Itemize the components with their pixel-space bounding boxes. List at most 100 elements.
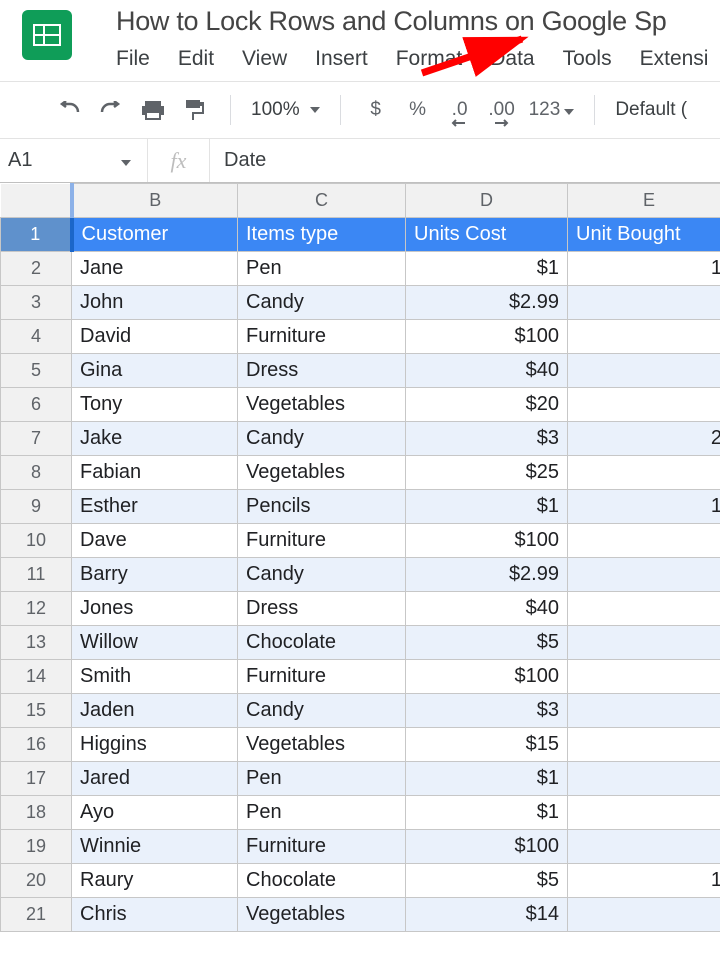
column-header-E[interactable]: E	[568, 184, 720, 218]
decrease-decimal-button[interactable]: .0	[445, 95, 475, 125]
cell-E8[interactable]	[568, 456, 720, 490]
cell-B6[interactable]: Tony	[72, 388, 238, 422]
menu-file[interactable]: File	[84, 45, 164, 73]
cell-B8[interactable]: Fabian	[72, 456, 238, 490]
cell-D15[interactable]: $3	[406, 694, 568, 728]
cell-B5[interactable]: Gina	[72, 354, 238, 388]
cell-B20[interactable]: Raury	[72, 864, 238, 898]
cell-E15[interactable]	[568, 694, 720, 728]
cell-D17[interactable]: $1	[406, 762, 568, 796]
cell-D4[interactable]: $100	[406, 320, 568, 354]
cell-B19[interactable]: Winnie	[72, 830, 238, 864]
cell-D5[interactable]: $40	[406, 354, 568, 388]
cell-E6[interactable]	[568, 388, 720, 422]
cell-B14[interactable]: Smith	[72, 660, 238, 694]
row-header-8[interactable]: 8	[1, 456, 72, 490]
cell-B12[interactable]: Jones	[72, 592, 238, 626]
column-header-C[interactable]: C	[238, 184, 406, 218]
cell-E2[interactable]: 1	[568, 252, 720, 286]
cell-D3[interactable]: $2.99	[406, 286, 568, 320]
cell-E14[interactable]	[568, 660, 720, 694]
cell-B15[interactable]: Jaden	[72, 694, 238, 728]
cell-B1[interactable]: Customer	[72, 218, 238, 252]
sheets-logo[interactable]	[10, 4, 84, 60]
column-header-B[interactable]: B	[72, 184, 238, 218]
cell-D10[interactable]: $100	[406, 524, 568, 558]
row-header-2[interactable]: 2	[1, 252, 72, 286]
cell-C11[interactable]: Candy	[238, 558, 406, 592]
cell-D18[interactable]: $1	[406, 796, 568, 830]
cell-B7[interactable]: Jake	[72, 422, 238, 456]
row-header-9[interactable]: 9	[1, 490, 72, 524]
cell-D6[interactable]: $20	[406, 388, 568, 422]
cell-B17[interactable]: Jared	[72, 762, 238, 796]
cell-B3[interactable]: John	[72, 286, 238, 320]
cell-E17[interactable]	[568, 762, 720, 796]
cell-B4[interactable]: David	[72, 320, 238, 354]
print-button[interactable]	[138, 95, 168, 125]
cell-D13[interactable]: $5	[406, 626, 568, 660]
row-header-18[interactable]: 18	[1, 796, 72, 830]
cell-E20[interactable]: 1	[568, 864, 720, 898]
cell-C9[interactable]: Pencils	[238, 490, 406, 524]
cell-B13[interactable]: Willow	[72, 626, 238, 660]
cell-C8[interactable]: Vegetables	[238, 456, 406, 490]
cell-C12[interactable]: Dress	[238, 592, 406, 626]
font-dropdown[interactable]: Default (	[615, 95, 687, 125]
row-header-3[interactable]: 3	[1, 286, 72, 320]
cell-C4[interactable]: Furniture	[238, 320, 406, 354]
zoom-dropdown[interactable]: 100%	[251, 95, 320, 125]
cell-C18[interactable]: Pen	[238, 796, 406, 830]
cell-D19[interactable]: $100	[406, 830, 568, 864]
row-header-1[interactable]: 1	[1, 218, 72, 252]
row-header-4[interactable]: 4	[1, 320, 72, 354]
cell-D12[interactable]: $40	[406, 592, 568, 626]
cell-B21[interactable]: Chris	[72, 898, 238, 932]
menu-insert[interactable]: Insert	[301, 45, 382, 73]
menu-format[interactable]: Format	[382, 45, 477, 73]
select-all-corner[interactable]	[1, 184, 72, 218]
cell-D20[interactable]: $5	[406, 864, 568, 898]
cell-E7[interactable]: 2	[568, 422, 720, 456]
cell-D16[interactable]: $15	[406, 728, 568, 762]
cell-E4[interactable]	[568, 320, 720, 354]
row-header-21[interactable]: 21	[1, 898, 72, 932]
row-header-5[interactable]: 5	[1, 354, 72, 388]
cell-E21[interactable]	[568, 898, 720, 932]
cell-C7[interactable]: Candy	[238, 422, 406, 456]
cell-E13[interactable]	[568, 626, 720, 660]
cell-C15[interactable]: Candy	[238, 694, 406, 728]
cell-C1[interactable]: Items type	[238, 218, 406, 252]
cell-C14[interactable]: Furniture	[238, 660, 406, 694]
row-header-10[interactable]: 10	[1, 524, 72, 558]
increase-decimal-button[interactable]: .00	[487, 95, 517, 125]
cell-B9[interactable]: Esther	[72, 490, 238, 524]
row-header-13[interactable]: 13	[1, 626, 72, 660]
menu-edit[interactable]: Edit	[164, 45, 228, 73]
cell-E9[interactable]: 1	[568, 490, 720, 524]
formula-input[interactable]	[210, 139, 720, 182]
row-header-12[interactable]: 12	[1, 592, 72, 626]
row-header-11[interactable]: 11	[1, 558, 72, 592]
document-title[interactable]: How to Lock Rows and Columns on Google S…	[84, 4, 720, 37]
name-box[interactable]: A1	[0, 139, 148, 182]
cell-C20[interactable]: Chocolate	[238, 864, 406, 898]
format-percent-button[interactable]: %	[403, 95, 433, 125]
redo-button[interactable]	[96, 95, 126, 125]
cell-E18[interactable]	[568, 796, 720, 830]
cell-E11[interactable]	[568, 558, 720, 592]
spreadsheet-grid[interactable]: B C D E 1CustomerItems typeUnits CostUni…	[0, 182, 720, 932]
cell-E19[interactable]	[568, 830, 720, 864]
cell-D1[interactable]: Units Cost	[406, 218, 568, 252]
cell-E3[interactable]	[568, 286, 720, 320]
cell-C21[interactable]: Vegetables	[238, 898, 406, 932]
row-header-15[interactable]: 15	[1, 694, 72, 728]
format-currency-button[interactable]: $	[361, 95, 391, 125]
cell-C17[interactable]: Pen	[238, 762, 406, 796]
undo-button[interactable]	[54, 95, 84, 125]
column-header-D[interactable]: D	[406, 184, 568, 218]
cell-C6[interactable]: Vegetables	[238, 388, 406, 422]
cell-C16[interactable]: Vegetables	[238, 728, 406, 762]
row-header-20[interactable]: 20	[1, 864, 72, 898]
cell-B16[interactable]: Higgins	[72, 728, 238, 762]
